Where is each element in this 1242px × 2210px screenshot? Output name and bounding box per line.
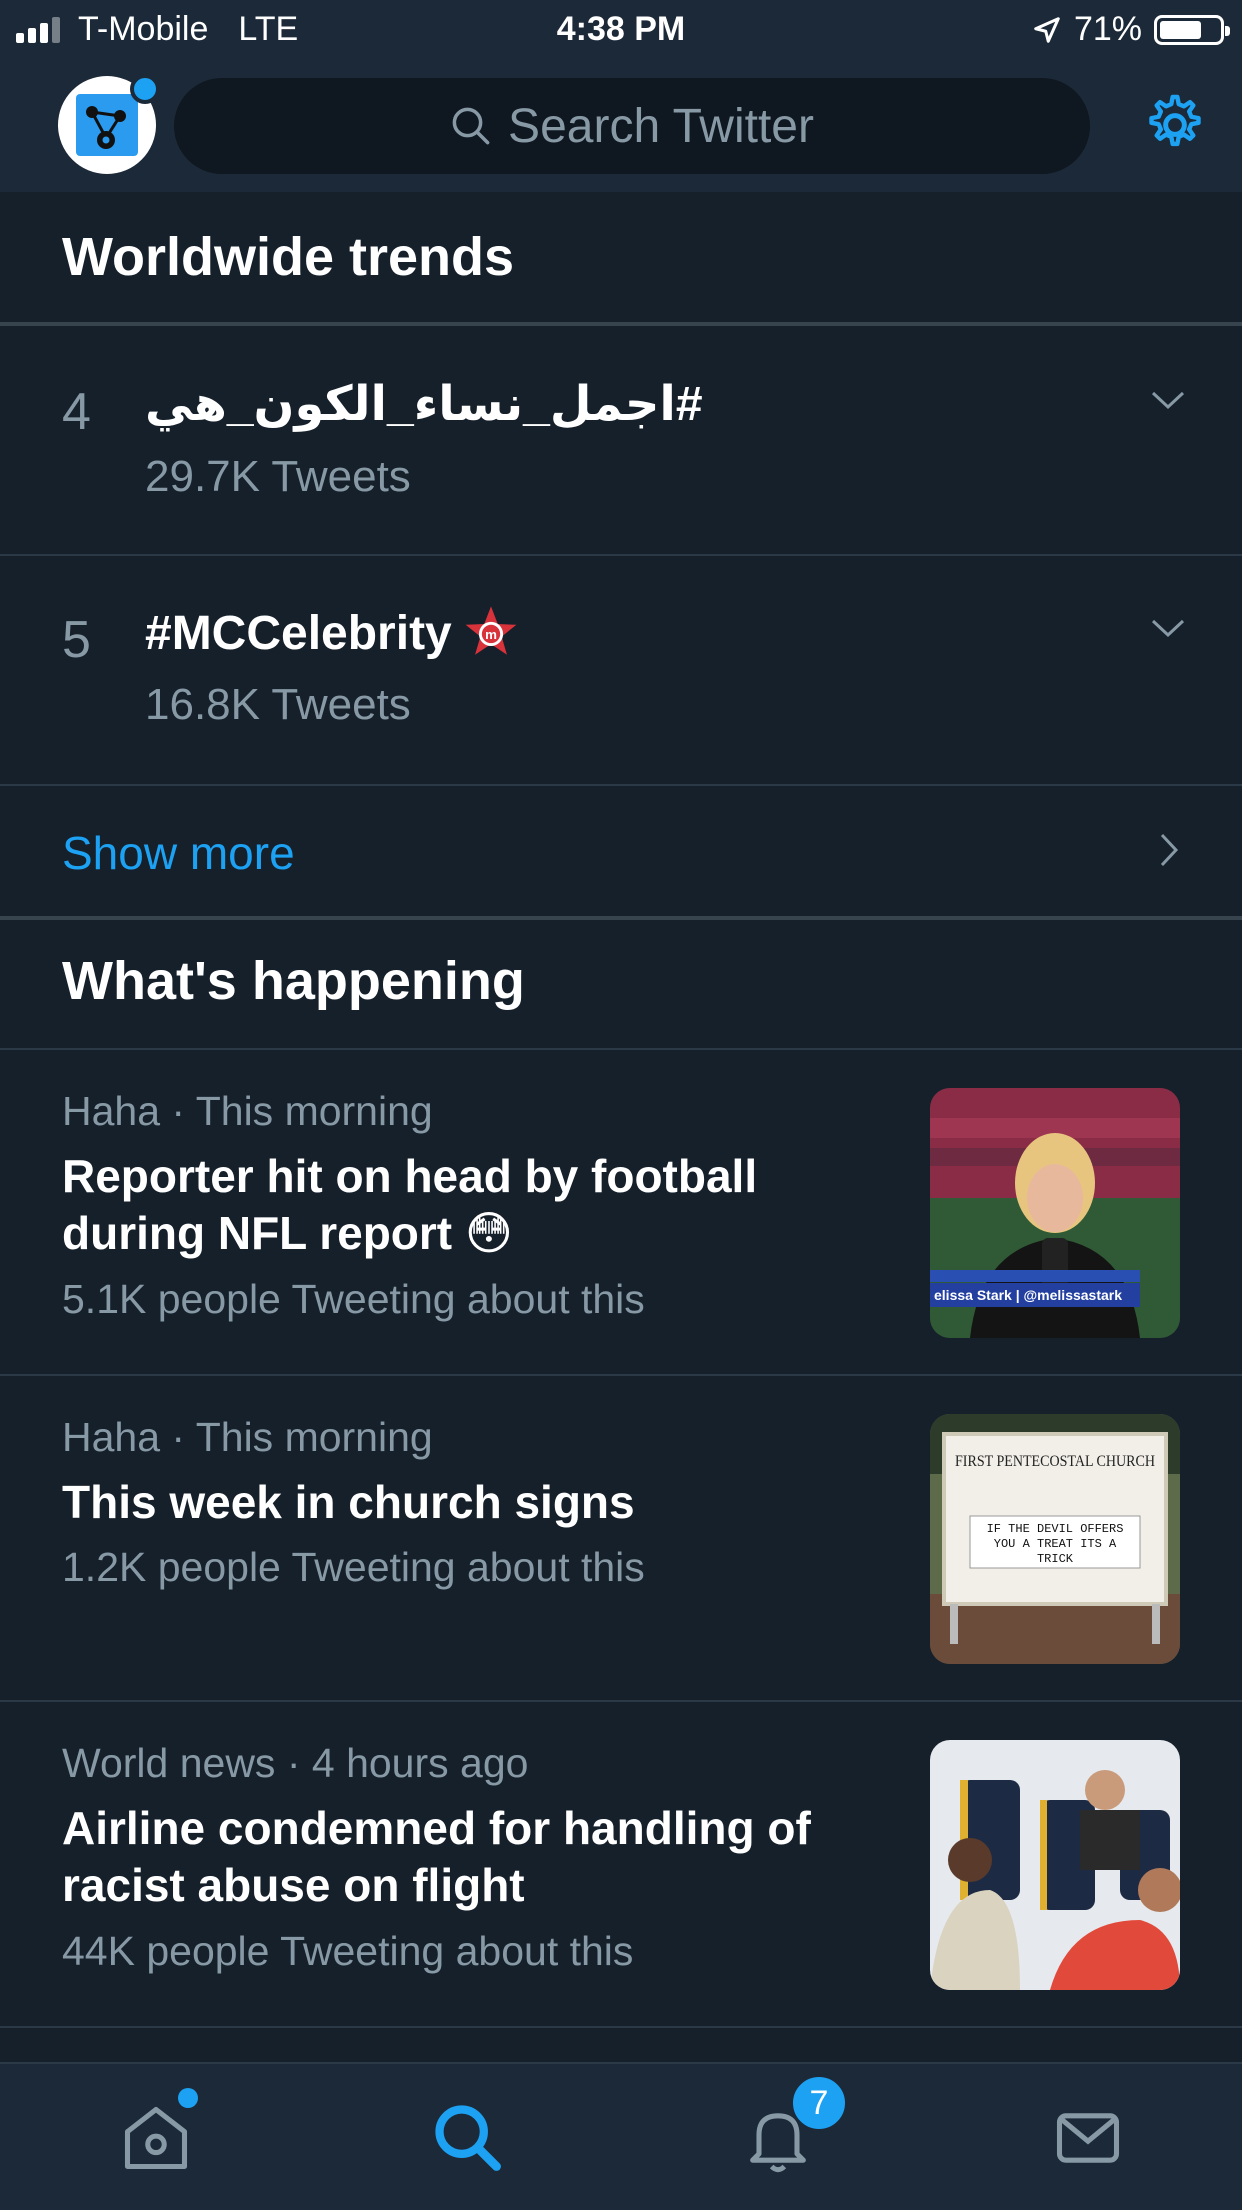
tab-messages[interactable]: [1050, 2100, 1126, 2176]
location-arrow-icon: [1034, 16, 1060, 43]
news-item[interactable]: World news · 4 hours ago Airline condemn…: [0, 1702, 1242, 2028]
battery-icon: [1154, 14, 1230, 45]
divider: [0, 322, 1242, 326]
trend-item[interactable]: 4 #اجمل_نساء_الكون_هي 29.7K Tweets: [0, 330, 1242, 556]
trend-count: 16.8K Tweets: [145, 680, 411, 729]
svg-text:m: m: [485, 627, 497, 642]
news-meta: Haha · This morning: [62, 1414, 433, 1460]
trend-name: #MCCelebrity: [145, 606, 452, 660]
news-headline: This week in church signs: [62, 1476, 635, 1528]
tab-notifications[interactable]: 7: [740, 2074, 848, 2176]
news-time: This morning: [195, 1088, 433, 1134]
news-thumbnail-church-sign: FIRST PENTECOSTAL CHURCH IF THE DEVIL OF…: [930, 1414, 1180, 1664]
search-placeholder: Search Twitter: [508, 99, 814, 153]
news-category: World news: [62, 1740, 276, 1786]
news-meta: World news · 4 hours ago: [62, 1740, 529, 1786]
notifications-badge: 7: [790, 2074, 848, 2132]
svg-text:IF THE DEVIL OFFERS: IF THE DEVIL OFFERS: [987, 1522, 1124, 1536]
worldwide-trends-title: Worldwide trends: [62, 227, 515, 287]
trend-item[interactable]: 5 #MCCelebrity m 16.8K Tweets: [0, 558, 1242, 784]
gear-icon[interactable]: [1142, 92, 1208, 158]
news-category: Haha: [62, 1088, 161, 1134]
tab-bar: 7: [0, 2062, 1242, 2210]
search-icon: [452, 107, 490, 145]
show-more-label: Show more: [62, 827, 295, 879]
divider: [0, 2026, 1242, 2028]
reporter-banner-text: elissa Stark | @melissastark: [934, 1287, 1122, 1303]
news-headline: Reporter hit on head by football during …: [62, 1150, 758, 1259]
search-input[interactable]: Search Twitter: [174, 78, 1090, 174]
show-more-link[interactable]: Show more: [0, 786, 1242, 916]
news-category: Haha: [62, 1414, 161, 1460]
news-tweet-count: 1.2K people Tweeting about this: [62, 1544, 645, 1590]
news-tweet-count: 44K people Tweeting about this: [62, 1928, 634, 1974]
avatar[interactable]: [58, 74, 160, 174]
news-time: 4 hours ago: [311, 1740, 529, 1786]
svg-text:TRICK: TRICK: [1037, 1552, 1074, 1566]
whats-happening-title: What's happening: [62, 951, 525, 1011]
news-time: This morning: [195, 1414, 433, 1460]
status-bar: T-Mobile LTE 4:38 PM 71%: [0, 0, 1242, 62]
chevron-down-icon[interactable]: [1150, 616, 1186, 640]
news-tweet-count: 5.1K people Tweeting about this: [62, 1276, 645, 1322]
divider: [0, 916, 1242, 920]
top-header: Search Twitter: [0, 62, 1242, 192]
messages-icon: [1056, 2113, 1120, 2163]
battery-percent: 71%: [1073, 10, 1142, 48]
divider: [0, 554, 1242, 556]
avatar-graph-icon: [86, 106, 126, 149]
chevron-right-icon: [1160, 833, 1179, 867]
search-icon: [435, 2105, 501, 2171]
news-meta: Haha · This morning: [62, 1088, 433, 1134]
tab-home[interactable]: [118, 2088, 198, 2176]
trend-name: #اجمل_نساء_الكون_هي: [145, 378, 703, 431]
news-item[interactable]: Haha · This morning This week in church …: [0, 1376, 1242, 1702]
news-item[interactable]: Haha · This morning Reporter hit on head…: [0, 1050, 1242, 1376]
tab-search[interactable]: [430, 2100, 506, 2176]
avatar-notification-dot: [130, 74, 160, 104]
chevron-down-icon[interactable]: [1150, 388, 1186, 412]
church-sign-title: FIRST PENTECOSTAL CHURCH: [955, 1453, 1155, 1470]
home-unread-dot: [178, 2088, 198, 2108]
news-headline: Airline condemned for handling of racist…: [62, 1802, 811, 1911]
trend-count: 29.7K Tweets: [145, 452, 411, 501]
trend-rank: 5: [62, 611, 91, 669]
masterchef-star-icon: m: [465, 606, 517, 655]
svg-text:YOU A TREAT ITS A: YOU A TREAT ITS A: [994, 1537, 1117, 1551]
news-thumbnail-airplane: [930, 1740, 1180, 1990]
home-icon: [124, 2106, 188, 2170]
trend-rank: 4: [62, 383, 91, 441]
news-thumbnail-reporter: elissa Stark | @melissastark: [930, 1088, 1180, 1338]
